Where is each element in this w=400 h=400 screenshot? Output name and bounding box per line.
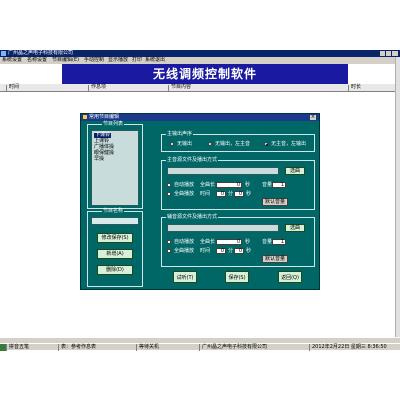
aux-sec-label: 秒 [245,239,251,245]
dialog-icon [83,115,87,119]
output-order-title: 主输出声序 [166,131,194,137]
program-name-group: 节目名称 修改保存(S) 新增(A) 删除(D) [87,208,143,287]
main-auto-play-checkbox[interactable] [167,183,171,187]
test-listen-button[interactable]: 试听(T) [173,271,197,283]
status-datetime: 2012年2月22日 星期三 8:36:50 [312,344,387,350]
main-volume-field[interactable]: 1 [272,182,286,188]
main-to-field[interactable]: 0 [234,191,244,197]
aux-range-play-label: 全曲播放 [174,248,195,254]
aux-min-label: 分 [228,248,234,254]
close-icon[interactable] [392,51,398,56]
output-label: 无输出，左主音 [215,141,251,147]
main-to-sec-label: 秒 [246,191,252,197]
aux-volume-label: 音量 [262,239,273,245]
menu-manual-control[interactable]: 手动控制 [84,58,104,63]
save-button[interactable]: 保存(S) [225,271,249,283]
app-titlebar: 广州晶之声电子科技有限公司 [0,50,400,57]
main-length-field[interactable]: 0 [216,182,242,188]
menu-program-edit[interactable]: 节目编辑(E) [52,58,79,63]
output-label: 无输出 [177,141,193,147]
aux-source-title: 辅音源文件及播出方式 [166,214,219,220]
status-schedule: 表：参考作息表 [59,344,137,351]
main-full-length-label: 全曲长 [200,182,216,188]
aux-to-sec-label: 秒 [246,248,252,254]
menu-bar: 系统设置 名称设置 节目编辑(E) 手动控制 显示播放 打印 系统退出 [0,57,400,64]
menu-print[interactable]: 打印 [132,58,142,63]
program-list-group: 节目列表 下课铃 上课铃 广播体操 眼保健操 早操 [87,121,143,209]
app-title: 广州晶之声电子科技有限公司 [8,50,74,56]
output-order-group: 主输出声序 无输出 无输出，左主音 无主音，左输出 [161,131,315,152]
minimize-button[interactable] [380,51,385,56]
app-icon [1,51,6,56]
main-range-play-label: 全曲播放 [174,191,195,197]
aux-source-group: 辅音源文件及播出方式 选曲 自动播放 全曲长 0 秒 音量 1 全曲播放 时间 … [161,214,315,267]
output-label: 无主音，左输出 [271,141,307,147]
aux-range-play-checkbox[interactable] [167,249,171,253]
banner-title: 无线调频控制软件 [152,67,257,81]
output-radio-left-output[interactable] [264,142,268,146]
aux-select-song-button[interactable]: 选曲 [285,224,305,232]
start-icon[interactable] [0,344,7,351]
menu-exit[interactable]: 系统退出 [145,58,165,63]
aux-to-field[interactable]: 0 [234,248,244,254]
col-schedule-item[interactable]: 作息项 [88,85,106,92]
main-source-group: 主音源文件及播出方式 选曲 自动播放 全曲长 0 秒 音量 1 全曲播放 时间 … [161,157,315,210]
status-company: 广州晶之声电子科技有限公司 [200,344,310,351]
program-name-title: 节目名称 [102,208,125,214]
main-min-label: 分 [228,191,234,197]
col-duration[interactable]: 时长 [348,85,361,92]
aux-file-path-input[interactable] [167,224,279,232]
program-list-item[interactable]: 早操 [94,157,104,162]
output-radio-none[interactable] [170,142,174,146]
banner: 无线调频控制软件 [62,64,348,84]
delete-button[interactable]: 删除(D) [97,265,133,275]
main-sec-label: 秒 [245,182,251,188]
menu-name-settings[interactable]: 名称设置 [27,58,47,63]
aux-full-length-label: 全曲长 [200,239,216,245]
aux-auto-play-label: 自动播放 [174,239,195,245]
vertical-scrollbar[interactable] [395,57,400,337]
aux-auto-play-checkbox[interactable] [167,240,171,244]
main-time-label: 时间 [200,191,211,197]
output-radio-left-main[interactable] [208,142,212,146]
main-default-volume-button[interactable]: 默认音量 [262,198,288,206]
col-program-content[interactable]: 节目内容 [168,85,191,92]
back-button[interactable]: 返回(Q) [278,271,302,283]
menu-display-playback[interactable]: 显示播放 [108,58,128,63]
main-source-title: 主音源文件及播出方式 [166,157,219,163]
maximize-button[interactable] [386,51,391,56]
modify-save-button[interactable]: 修改保存(S) [97,233,133,243]
dialog-titlebar: 常用节目编辑 × [81,114,319,121]
dialog-title: 常用节目编辑 [89,114,120,120]
main-select-song-button[interactable]: 选曲 [285,167,305,175]
menu-system-settings[interactable]: 系统设置 [2,58,22,63]
main-range-play-checkbox[interactable] [167,192,171,196]
ime-indicator[interactable]: 拼音五笔 [7,344,59,351]
program-listbox[interactable]: 下课铃 上课铃 广播体操 眼保健操 早操 [91,130,139,206]
main-auto-play-label: 自动播放 [174,182,195,188]
schedule-grid-header: 时间 作息项 节目内容 时长 [0,84,395,92]
taskbar: 拼音五笔 表：参考作息表 等待关机 广州晶之声电子科技有限公司 2012年2月2… [0,343,400,351]
main-file-path-input[interactable] [167,167,279,175]
main-from-field[interactable]: 0 [216,191,226,197]
main-volume-label: 音量 [262,182,273,188]
add-button[interactable]: 新增(A) [97,249,133,259]
aux-volume-field[interactable]: 1 [272,239,286,245]
aux-from-field[interactable]: 0 [216,248,226,254]
program-edit-dialog: 常用节目编辑 × 节目列表 下课铃 上课铃 广播体操 眼保健操 早操 节目名称 … [80,113,320,290]
aux-time-label: 时间 [200,248,211,254]
status-waiting: 等待关机 [137,344,200,351]
program-name-input[interactable] [91,217,139,225]
aux-default-volume-button[interactable]: 默认音量 [262,255,288,263]
program-list-title: 节目列表 [102,121,125,127]
col-time[interactable]: 时间 [6,85,19,92]
dialog-close-icon[interactable]: × [310,115,316,120]
aux-length-field[interactable]: 0 [216,239,242,245]
